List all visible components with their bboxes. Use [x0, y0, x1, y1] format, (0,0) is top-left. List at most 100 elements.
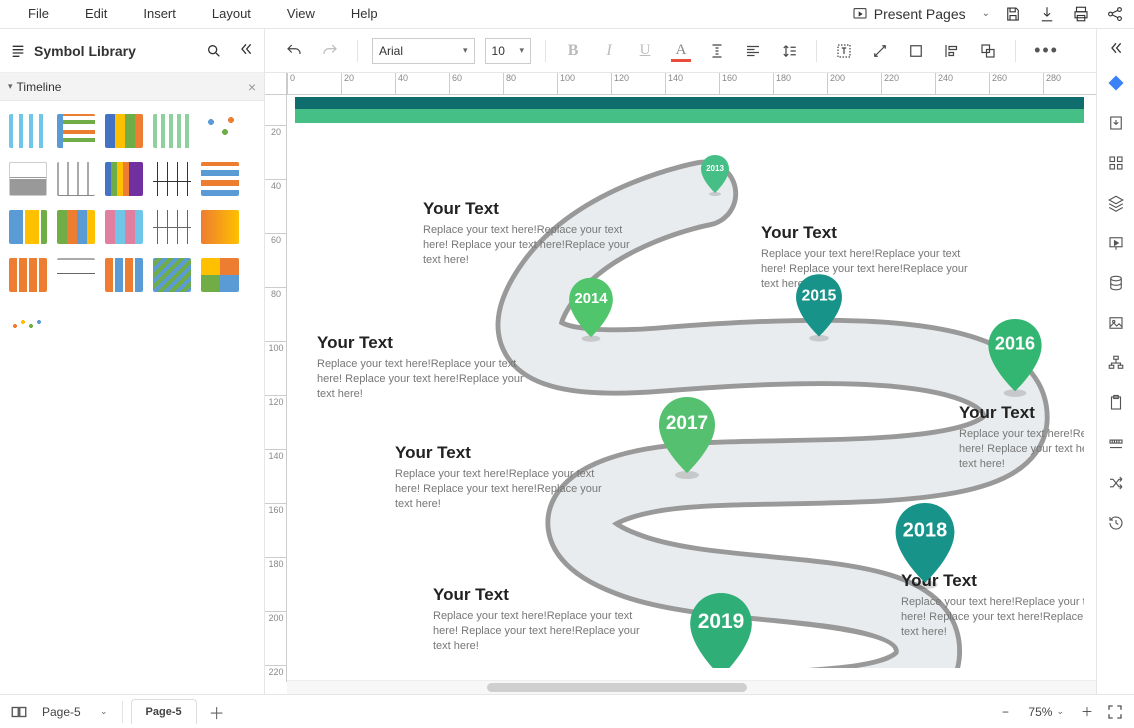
timeline-symbol[interactable] — [148, 203, 196, 251]
font-family-select[interactable]: Arial▾ — [372, 38, 475, 64]
menu-help[interactable]: Help — [333, 0, 396, 27]
clipboard-panel-button[interactable] — [1099, 385, 1133, 421]
symbol-grid — [0, 101, 264, 694]
align-objects-button[interactable] — [939, 38, 965, 64]
image-panel-button[interactable] — [1099, 305, 1133, 341]
timeline-symbol[interactable] — [4, 107, 52, 155]
font-size-select[interactable]: 10▾ — [485, 38, 532, 64]
toolbar-more-button[interactable]: ••• — [1030, 40, 1063, 61]
timeline-symbol[interactable] — [196, 107, 244, 155]
text-tool-button[interactable] — [831, 38, 857, 64]
text-block[interactable]: Your Text Replace your text here!Replace … — [433, 585, 643, 654]
history-panel-button[interactable] — [1099, 505, 1133, 541]
bold-button[interactable]: B — [560, 38, 586, 64]
add-page-button[interactable]: ＋ — [205, 700, 229, 724]
layers-panel-button[interactable] — [1099, 185, 1133, 221]
shape-fill-button[interactable] — [903, 38, 929, 64]
symbol-library-panel: Symbol Library ▾ Timeline × — [0, 29, 265, 694]
timeline-symbol[interactable] — [52, 251, 100, 299]
font-color-button[interactable]: A — [668, 38, 694, 64]
present-dropdown[interactable]: ⌄ — [976, 4, 996, 23]
menu-layout[interactable]: Layout — [194, 0, 269, 27]
page-banner-dark — [295, 97, 1084, 109]
slideshow-panel-button[interactable] — [1099, 225, 1133, 261]
expand-dock-button[interactable] — [1108, 35, 1124, 61]
text-block[interactable]: Your TextReplace your text here!Replace … — [317, 333, 527, 402]
timeline-symbol[interactable] — [100, 251, 148, 299]
present-pages-button[interactable]: Present Pages — [842, 2, 976, 26]
italic-button[interactable]: I — [596, 38, 622, 64]
print-icon[interactable] — [1072, 5, 1090, 23]
pages-view-icon[interactable] — [10, 703, 28, 721]
components-panel-button[interactable] — [1099, 145, 1133, 181]
outline-panel-button[interactable] — [1099, 345, 1133, 381]
timeline-symbol[interactable] — [100, 155, 148, 203]
menu-file[interactable]: File — [10, 0, 67, 27]
timeline-symbol[interactable] — [100, 107, 148, 155]
page-content[interactable]: Your Text Replace your text here!Replace … — [295, 97, 1084, 668]
fit-screen-icon[interactable] — [1106, 703, 1124, 721]
search-icon[interactable] — [206, 43, 222, 59]
line-spacing-button[interactable] — [776, 38, 802, 64]
zoom-out-button[interactable]: − — [994, 701, 1016, 723]
save-icon[interactable] — [1004, 5, 1022, 23]
text-align-vert-button[interactable] — [704, 38, 730, 64]
present-pages-label: Present Pages — [874, 6, 966, 22]
underline-button[interactable]: U — [632, 38, 658, 64]
undo-button[interactable] — [281, 38, 307, 64]
timeline-symbol[interactable] — [4, 155, 52, 203]
timeline-symbol[interactable] — [196, 155, 244, 203]
library-icon — [10, 43, 26, 59]
text-align-button[interactable] — [740, 38, 766, 64]
text-block[interactable]: Your TextReplace your text here!Replace … — [395, 443, 605, 512]
connector-tool-button[interactable] — [867, 38, 893, 64]
timeline-symbol[interactable] — [196, 203, 244, 251]
timeline-symbol[interactable] — [148, 107, 196, 155]
redo-button[interactable] — [317, 38, 343, 64]
text-block[interactable]: Your TextReplace your text here!Replace … — [761, 223, 971, 292]
section-close-button[interactable]: × — [248, 79, 256, 95]
collapse-sidebar-button[interactable] — [238, 41, 254, 60]
text-block[interactable]: Your TextReplace your text here!Replace … — [901, 571, 1084, 640]
text-block[interactable]: Your TextReplace your text here!Replace … — [423, 199, 633, 268]
page-banner-green — [295, 109, 1084, 123]
zoom-value[interactable]: 75%⌄ — [1024, 705, 1068, 719]
timeline-symbol[interactable] — [196, 251, 244, 299]
text-title: Your Text — [901, 571, 1084, 591]
timeline-symbol[interactable] — [52, 155, 100, 203]
horizontal-scrollbar[interactable] — [287, 680, 1096, 694]
section-timeline-label: Timeline — [17, 80, 62, 94]
timeline-symbol[interactable] — [148, 251, 196, 299]
menu-view[interactable]: View — [269, 0, 333, 27]
export-panel-button[interactable] — [1099, 105, 1133, 141]
text-title: Your Text — [423, 199, 633, 219]
timeline-symbol[interactable] — [4, 299, 52, 347]
text-body: Replace your text here!Replace your text… — [433, 609, 643, 654]
menu-edit[interactable]: Edit — [67, 0, 125, 27]
text-title: Your Text — [395, 443, 605, 463]
ruler-panel-button[interactable] — [1099, 425, 1133, 461]
timeline-symbol[interactable] — [52, 203, 100, 251]
data-panel-button[interactable] — [1099, 265, 1133, 301]
group-button[interactable] — [975, 38, 1001, 64]
shuffle-button[interactable] — [1099, 465, 1133, 501]
text-body: Replace your text here!Replace your text… — [959, 427, 1084, 472]
format-toolbar: Arial▾ 10▾ B I U A ••• — [265, 29, 1096, 73]
timeline-symbol[interactable] — [148, 155, 196, 203]
page-tab[interactable]: Page-5 — [131, 699, 197, 724]
style-panel-button[interactable] — [1099, 65, 1133, 101]
section-timeline-header[interactable]: ▾ Timeline × — [0, 73, 264, 101]
ruler-vertical: 20406080100120140160180200220 — [265, 95, 287, 682]
share-icon[interactable] — [1106, 5, 1124, 23]
text-block[interactable]: Your TextReplace your text here!Replace … — [959, 403, 1084, 472]
zoom-in-button[interactable]: ＋ — [1076, 701, 1098, 723]
page-select[interactable]: Page-5⌄ — [36, 699, 114, 725]
timeline-symbol[interactable] — [4, 203, 52, 251]
timeline-symbol[interactable] — [52, 107, 100, 155]
timeline-symbol[interactable] — [100, 203, 148, 251]
download-icon[interactable] — [1038, 5, 1056, 23]
menu-insert[interactable]: Insert — [125, 0, 194, 27]
timeline-symbol[interactable] — [4, 251, 52, 299]
canvas-area[interactable]: 020406080100120140160180200220240260280 … — [265, 73, 1096, 694]
text-title: Your Text — [433, 585, 643, 605]
